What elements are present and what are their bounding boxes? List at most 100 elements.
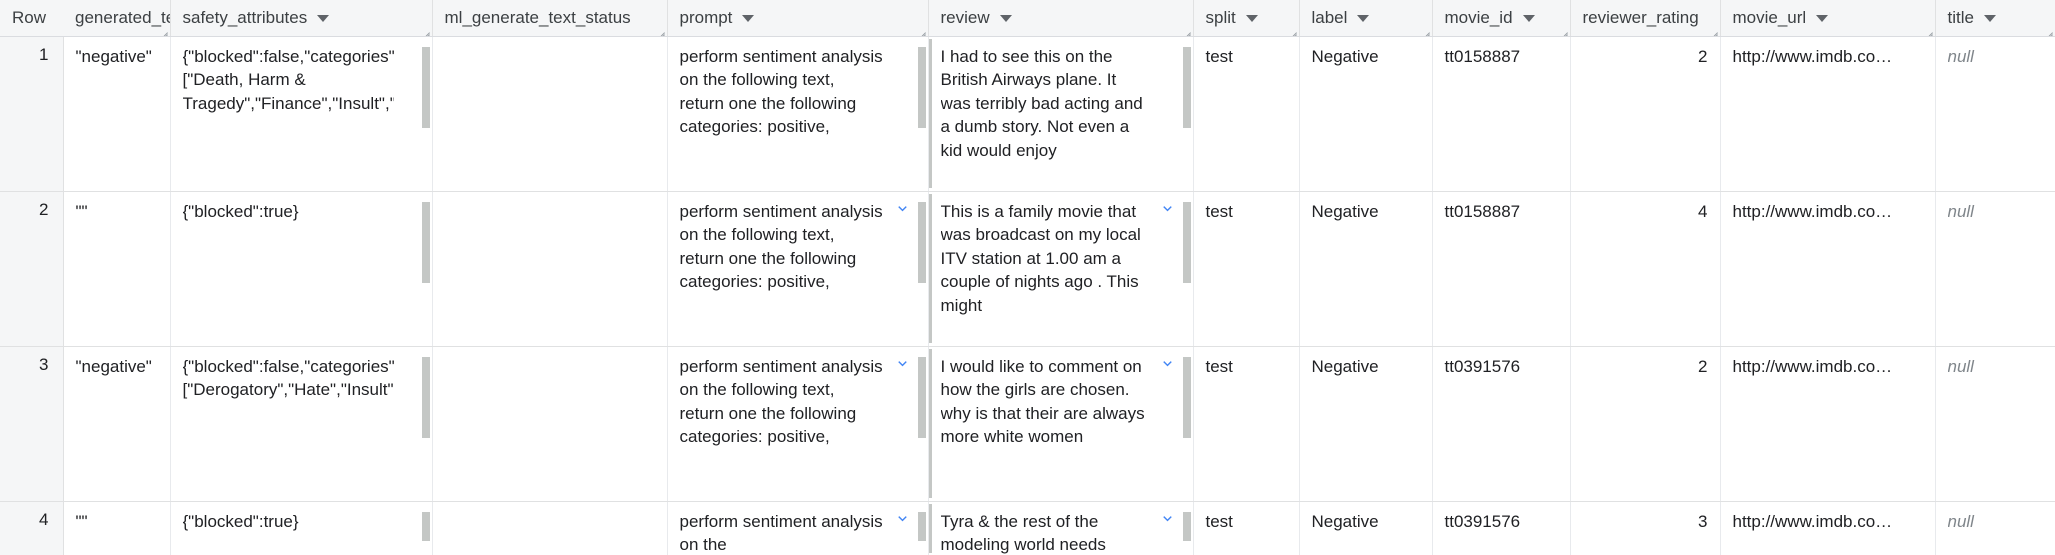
column-resize-grip-movie_id[interactable] <box>1559 26 1568 35</box>
table-row[interactable]: 4 "" {"blocked":true} perform sentiment ana… <box>0 501 2055 555</box>
cell-scrollbar-prompt[interactable] <box>916 200 928 294</box>
column-header-label-safety_attributes: safety_attributes <box>182 8 308 28</box>
scrollbar-thumb[interactable] <box>421 356 430 438</box>
cell-safety_attributes: {"blocked":false,"categories": ["Derogat… <box>170 346 433 502</box>
cell-movie_url: http://www.imdb.co… <box>1720 501 1936 555</box>
cell-scrollbar-safety_attributes[interactable] <box>420 355 432 438</box>
cell-generated_text: "negative" <box>63 346 171 502</box>
scrollbar-thumb[interactable] <box>421 201 430 283</box>
column-header-label[interactable]: label <box>1299 0 1433 37</box>
column-header-movie_id[interactable]: movie_id <box>1432 0 1571 37</box>
table-row[interactable]: 3 "negative" {"blocked":false,"categories"… <box>0 346 2055 502</box>
scrollbar-thumb[interactable] <box>421 46 430 128</box>
cell-value-split: test <box>1205 356 1233 376</box>
cell-review: I would like to comment on how the girls… <box>928 346 1194 502</box>
cell-split: test <box>1193 501 1300 555</box>
expand-cell-chevron-down-icon[interactable] <box>890 355 916 377</box>
sort-caret-icon-movie_url[interactable] <box>1816 14 1829 22</box>
column-resize-grip-review[interactable] <box>1182 26 1191 35</box>
column-header-prompt[interactable]: prompt <box>667 0 929 37</box>
expand-cell-chevron-down-icon[interactable] <box>1155 510 1181 532</box>
cell-value-label: Negative <box>1311 511 1379 531</box>
row-scroll-indicator[interactable] <box>928 193 932 343</box>
column-resize-grip-safety_attributes[interactable] <box>421 26 430 35</box>
column-resize-grip-reviewer_rating[interactable] <box>1709 26 1718 35</box>
cell-scrollbar-review[interactable] <box>1181 45 1193 163</box>
cell-ml_generate_text_status <box>432 36 668 192</box>
cell-value-label: Negative <box>1311 46 1379 66</box>
table-row[interactable]: 2 "" {"blocked":true} perform sentiment ana… <box>0 191 2055 347</box>
column-header-movie_url[interactable]: movie_url <box>1720 0 1936 37</box>
sort-caret-icon-title[interactable] <box>1983 14 1996 22</box>
cell-value-review: I would like to comment on how the girls… <box>940 356 1145 447</box>
cell-scrollbar-safety_attributes[interactable] <box>420 200 432 283</box>
cell-scrollbar-prompt[interactable] <box>916 45 928 139</box>
cell-value-movie_url: http://www.imdb.co… <box>1732 46 1893 66</box>
scrollbar-thumb[interactable] <box>1182 201 1191 283</box>
column-resize-grip-split[interactable] <box>1288 26 1297 35</box>
sort-caret-icon-split[interactable] <box>1245 14 1258 22</box>
cell-value-prompt: perform sentiment analysis on the follow… <box>679 356 883 447</box>
row-scroll-indicator[interactable] <box>928 38 932 188</box>
sort-caret-icon-review[interactable] <box>999 14 1012 22</box>
column-header-label-ml_generate_text_status: ml_generate_text_status <box>444 8 631 28</box>
cell-ml_generate_text_status <box>432 346 668 502</box>
cell-ml_generate_text_status <box>432 191 668 347</box>
column-resize-grip-movie_url[interactable] <box>1924 26 1933 35</box>
column-header-ml_generate_text_status[interactable]: ml_generate_text_status <box>432 0 668 37</box>
column-header-reviewer_rating[interactable]: reviewer_rating <box>1570 0 1721 37</box>
expand-cell-chevron-down-icon[interactable] <box>890 200 916 222</box>
cell-scrollbar-prompt[interactable] <box>916 355 928 449</box>
scrollbar-thumb[interactable] <box>917 356 926 438</box>
sort-caret-icon-label[interactable] <box>1357 14 1370 22</box>
expand-cell-chevron-down-icon[interactable] <box>890 510 916 532</box>
column-header-generated_text[interactable]: generated_text <box>63 0 171 37</box>
column-header-row[interactable]: Row <box>0 0 63 37</box>
expand-cell-chevron-down-icon[interactable] <box>1155 355 1181 377</box>
column-header-split[interactable]: split <box>1193 0 1300 37</box>
row-number-value: 3 <box>39 354 49 374</box>
sort-caret-icon-safety_attributes[interactable] <box>317 14 330 22</box>
column-header-review[interactable]: review <box>928 0 1194 37</box>
cell-label: Negative <box>1299 36 1433 192</box>
row-number-cell: 2 <box>0 191 64 347</box>
column-header-title[interactable]: title <box>1935 0 2055 37</box>
column-resize-grip-label[interactable] <box>1421 26 1430 35</box>
column-header-safety_attributes[interactable]: safety_attributes <box>170 0 433 37</box>
cell-review: I had to see this on the British Airways… <box>928 36 1194 192</box>
scrollbar-thumb[interactable] <box>917 46 926 128</box>
sort-caret-icon-prompt[interactable] <box>742 14 755 22</box>
column-resize-grip-generated_text[interactable] <box>159 26 168 35</box>
cell-value-safety_attributes: {"blocked":false,"categories":["Death, H… <box>182 46 394 113</box>
row-scroll-indicator[interactable] <box>928 348 932 498</box>
cell-movie_id: tt0391576 <box>1432 501 1571 555</box>
column-resize-grip-ml_generate_text_status[interactable] <box>656 26 665 35</box>
row-scroll-indicator[interactable] <box>928 503 932 553</box>
sort-caret-icon-movie_id[interactable] <box>1522 14 1535 22</box>
table-row[interactable]: 1 "negative" {"blocked":false,"categories"… <box>0 36 2055 192</box>
scrollbar-thumb[interactable] <box>1182 511 1191 541</box>
table-body: 1 "negative" {"blocked":false,"categories"… <box>0 36 2055 555</box>
cell-title: null <box>1935 346 2055 502</box>
scrollbar-thumb[interactable] <box>917 201 926 283</box>
cell-scrollbar-review[interactable] <box>1181 200 1193 318</box>
scrollbar-thumb[interactable] <box>917 511 926 541</box>
cell-scrollbar-prompt[interactable] <box>916 510 928 555</box>
scrollbar-thumb[interactable] <box>1182 356 1191 438</box>
cell-value-generated_text: "negative" <box>75 46 152 66</box>
cell-scrollbar-review[interactable] <box>1181 510 1193 555</box>
scrollbar-thumb[interactable] <box>421 511 430 541</box>
cell-scrollbar-safety_attributes[interactable] <box>420 45 432 128</box>
null-value: null <box>1947 356 1974 376</box>
cell-value-label: Negative <box>1311 356 1379 376</box>
cell-scrollbar-safety_attributes[interactable] <box>420 510 432 541</box>
cell-scrollbar-review[interactable] <box>1181 355 1193 449</box>
expand-cell-chevron-down-icon[interactable] <box>1155 200 1181 222</box>
cell-reviewer_rating: 3 <box>1570 501 1721 555</box>
column-resize-grip-prompt[interactable] <box>917 26 926 35</box>
cell-value-generated_text: "" <box>75 201 88 221</box>
scrollbar-thumb[interactable] <box>1182 46 1191 128</box>
column-resize-grip-title[interactable] <box>2044 26 2053 35</box>
cell-value-prompt: perform sentiment analysis on the <box>679 511 883 555</box>
cell-title: null <box>1935 191 2055 347</box>
